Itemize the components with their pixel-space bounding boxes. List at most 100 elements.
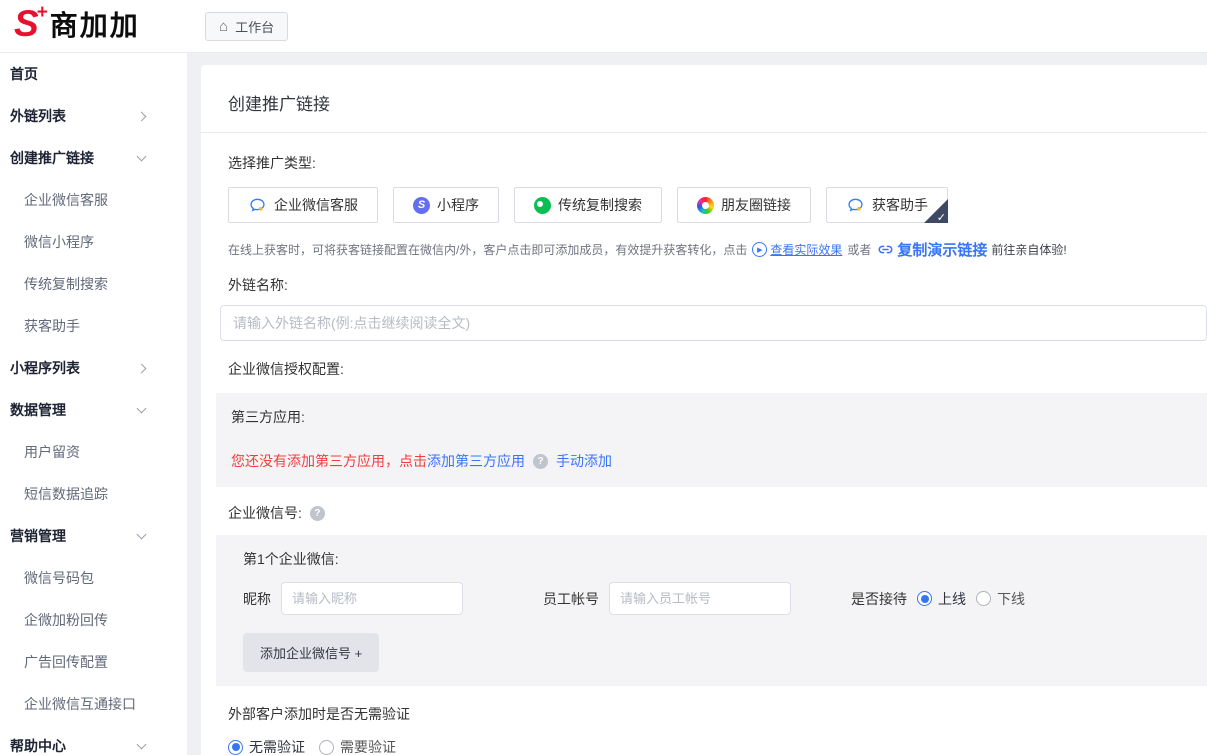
radio-offline[interactable]: 下线 bbox=[976, 589, 1025, 609]
sidebar-item-customer-assistant[interactable]: 获客助手 bbox=[0, 305, 187, 347]
tip-end-text: 前往亲自体验! bbox=[991, 241, 1066, 258]
sidebar-item-user-leads[interactable]: 用户留资 bbox=[0, 431, 187, 473]
radio-selected-icon bbox=[917, 591, 932, 606]
type-button-miniprogram[interactable]: S 小程序 bbox=[393, 187, 499, 223]
radio-no-verify[interactable]: 无需验证 bbox=[228, 737, 305, 755]
account-label: 员工帐号 bbox=[543, 589, 599, 609]
type-button-copy-search[interactable]: 传统复制搜索 bbox=[514, 187, 662, 223]
home-icon: ⌂ bbox=[219, 19, 228, 34]
sidebar-item-wecom-interop-api[interactable]: 企业微信互通接口 bbox=[0, 683, 187, 725]
link-name-input[interactable] bbox=[220, 305, 1207, 341]
tip-text: 在线上获客时，可将获客链接配置在微信内/外，客户点击即可添加成员，有效提升获客转… bbox=[228, 241, 747, 258]
logo-s-mark: S bbox=[14, 4, 39, 44]
third-party-app-label: 第三方应用: bbox=[231, 407, 1192, 427]
workbench-tab-label: 工作台 bbox=[235, 17, 274, 36]
sidebar-item-wecom-service[interactable]: 企业微信客服 bbox=[0, 179, 187, 221]
add-third-party-app-link[interactable]: 添加第三方应用 bbox=[427, 451, 525, 471]
workbench-tab[interactable]: ⌂ 工作台 bbox=[205, 12, 288, 41]
sidebar-item-label: 企业微信互通接口 bbox=[24, 694, 136, 714]
brand-name: 商加加 bbox=[50, 4, 140, 48]
radio-label: 下线 bbox=[997, 589, 1025, 609]
type-button-wecom-service[interactable]: 企业微信客服 bbox=[228, 187, 378, 223]
sidebar-item-label: 数据管理 bbox=[10, 400, 66, 420]
sidebar-item-wechat-miniprogram[interactable]: 微信小程序 bbox=[0, 221, 187, 263]
page-title: 创建推广链接 bbox=[201, 65, 1207, 132]
logo-plus-mark: + bbox=[37, 6, 48, 20]
nickname-label: 昵称 bbox=[243, 589, 271, 609]
radio-unselected-icon bbox=[976, 591, 991, 606]
nickname-input[interactable] bbox=[281, 582, 463, 615]
brand-logo: S + 商加加 bbox=[0, 4, 173, 48]
type-button-label: 获客助手 bbox=[872, 195, 928, 215]
sidebar-item-label: 传统复制搜索 bbox=[24, 274, 108, 294]
customer-assistant-icon bbox=[846, 196, 865, 215]
sidebar-item-external-link-list[interactable]: 外链列表 bbox=[0, 95, 187, 137]
chevron-down-icon bbox=[137, 152, 147, 162]
radio-online[interactable]: 上线 bbox=[917, 589, 966, 609]
sidebar-item-label: 微信小程序 bbox=[24, 232, 94, 252]
type-button-customer-assistant[interactable]: 获客助手 ✓ bbox=[826, 187, 948, 223]
sidebar-item-label: 营销管理 bbox=[10, 526, 66, 546]
top-header: S + 商加加 ⌂ 工作台 bbox=[0, 0, 1207, 53]
sidebar-item-create-promo-link[interactable]: 创建推广链接 bbox=[0, 137, 187, 179]
promo-tip-line: 在线上获客时，可将获客链接配置在微信内/外，客户点击即可添加成员，有效提升获客转… bbox=[228, 239, 1207, 260]
radio-label: 需要验证 bbox=[340, 737, 396, 755]
play-circle-icon[interactable]: ▶ bbox=[752, 242, 767, 257]
link-name-label: 外链名称: bbox=[228, 275, 1207, 295]
sidebar-item-label: 微信号码包 bbox=[24, 568, 94, 588]
miniprogram-icon: S bbox=[413, 197, 430, 214]
sidebar-item-sms-tracking[interactable]: 短信数据追踪 bbox=[0, 473, 187, 515]
radio-selected-icon bbox=[228, 740, 243, 755]
sidebar-item-help-center[interactable]: 帮助中心 bbox=[0, 725, 187, 755]
sidebar-item-marketing-management[interactable]: 营销管理 bbox=[0, 515, 187, 557]
title-divider bbox=[201, 132, 1207, 133]
serve-label: 是否接待 bbox=[851, 589, 907, 609]
no-app-warning-text: 您还没有添加第三方应用，点击 bbox=[231, 451, 427, 471]
sidebar-item-label: 小程序列表 bbox=[10, 358, 80, 378]
sidebar-item-ad-callback-config[interactable]: 广告回传配置 bbox=[0, 641, 187, 683]
chevron-right-icon bbox=[137, 363, 147, 373]
selected-check-icon: ✓ bbox=[937, 211, 946, 224]
sidebar-item-wecom-fan-callback[interactable]: 企微加粉回传 bbox=[0, 599, 187, 641]
question-circle-icon[interactable]: ? bbox=[533, 454, 548, 469]
third-party-app-panel: 第三方应用: 您还没有添加第三方应用，点击 添加第三方应用 ? 手动添加 bbox=[216, 393, 1207, 487]
manual-add-link[interactable]: 手动添加 bbox=[556, 451, 612, 471]
app-root: S + 商加加 ⌂ 工作台 首页 外链列表 创建推广链接 企业微信客服 微信小程… bbox=[0, 0, 1207, 755]
sidebar-item-copy-search[interactable]: 传统复制搜索 bbox=[0, 263, 187, 305]
sidebar-item-label: 企业微信客服 bbox=[24, 190, 108, 210]
promo-type-label: 选择推广类型: bbox=[228, 153, 1207, 173]
sidebar-item-miniprogram-list[interactable]: 小程序列表 bbox=[0, 347, 187, 389]
chevron-down-icon bbox=[137, 740, 147, 750]
add-wecom-account-button[interactable]: 添加企业微信号 + bbox=[243, 633, 379, 672]
sidebar-item-label: 企微加粉回传 bbox=[24, 610, 108, 630]
sidebar-item-data-management[interactable]: 数据管理 bbox=[0, 389, 187, 431]
sidebar-item-home[interactable]: 首页 bbox=[0, 53, 187, 95]
type-button-label: 传统复制搜索 bbox=[558, 195, 642, 215]
radio-need-verify[interactable]: 需要验证 bbox=[319, 737, 396, 755]
type-button-label: 小程序 bbox=[437, 195, 479, 215]
wecom-account-panel: 第1个企业微信: 昵称 员工帐号 是否接待 上线 bbox=[216, 535, 1207, 686]
verify-question-label: 外部客户添加时是否无需验证 bbox=[228, 704, 1207, 724]
sidebar-item-label: 广告回传配置 bbox=[24, 652, 108, 672]
copy-demo-link[interactable]: 复制演示链接 bbox=[897, 239, 987, 260]
sidebar-item-label: 获客助手 bbox=[24, 316, 80, 336]
tip-or-text: 或者 bbox=[847, 241, 871, 258]
wecom-auth-config-label: 企业微信授权配置: bbox=[228, 359, 1207, 379]
moments-icon bbox=[697, 197, 714, 214]
promo-type-buttons: 企业微信客服 S 小程序 传统复制搜索 朋友圈链接 bbox=[228, 187, 1207, 223]
sidebar-item-label: 创建推广链接 bbox=[10, 148, 94, 168]
sidebar-item-label: 帮助中心 bbox=[10, 736, 66, 755]
question-circle-icon[interactable]: ? bbox=[310, 506, 325, 521]
radio-label: 无需验证 bbox=[249, 737, 305, 755]
view-effect-link[interactable]: 查看实际效果 bbox=[770, 241, 842, 258]
radio-label: 上线 bbox=[938, 589, 966, 609]
account-input[interactable] bbox=[609, 582, 791, 615]
type-button-moments-link[interactable]: 朋友圈链接 bbox=[677, 187, 811, 223]
wecom-chat-icon bbox=[248, 196, 267, 215]
sidebar-item-wechat-number-pack[interactable]: 微信号码包 bbox=[0, 557, 187, 599]
link-icon[interactable] bbox=[878, 242, 893, 257]
type-button-label: 企业微信客服 bbox=[274, 195, 358, 215]
sidebar: 首页 外链列表 创建推广链接 企业微信客服 微信小程序 传统复制搜索 获客助手 … bbox=[0, 53, 187, 755]
type-button-label: 朋友圈链接 bbox=[721, 195, 791, 215]
sidebar-item-label: 用户留资 bbox=[24, 442, 80, 462]
